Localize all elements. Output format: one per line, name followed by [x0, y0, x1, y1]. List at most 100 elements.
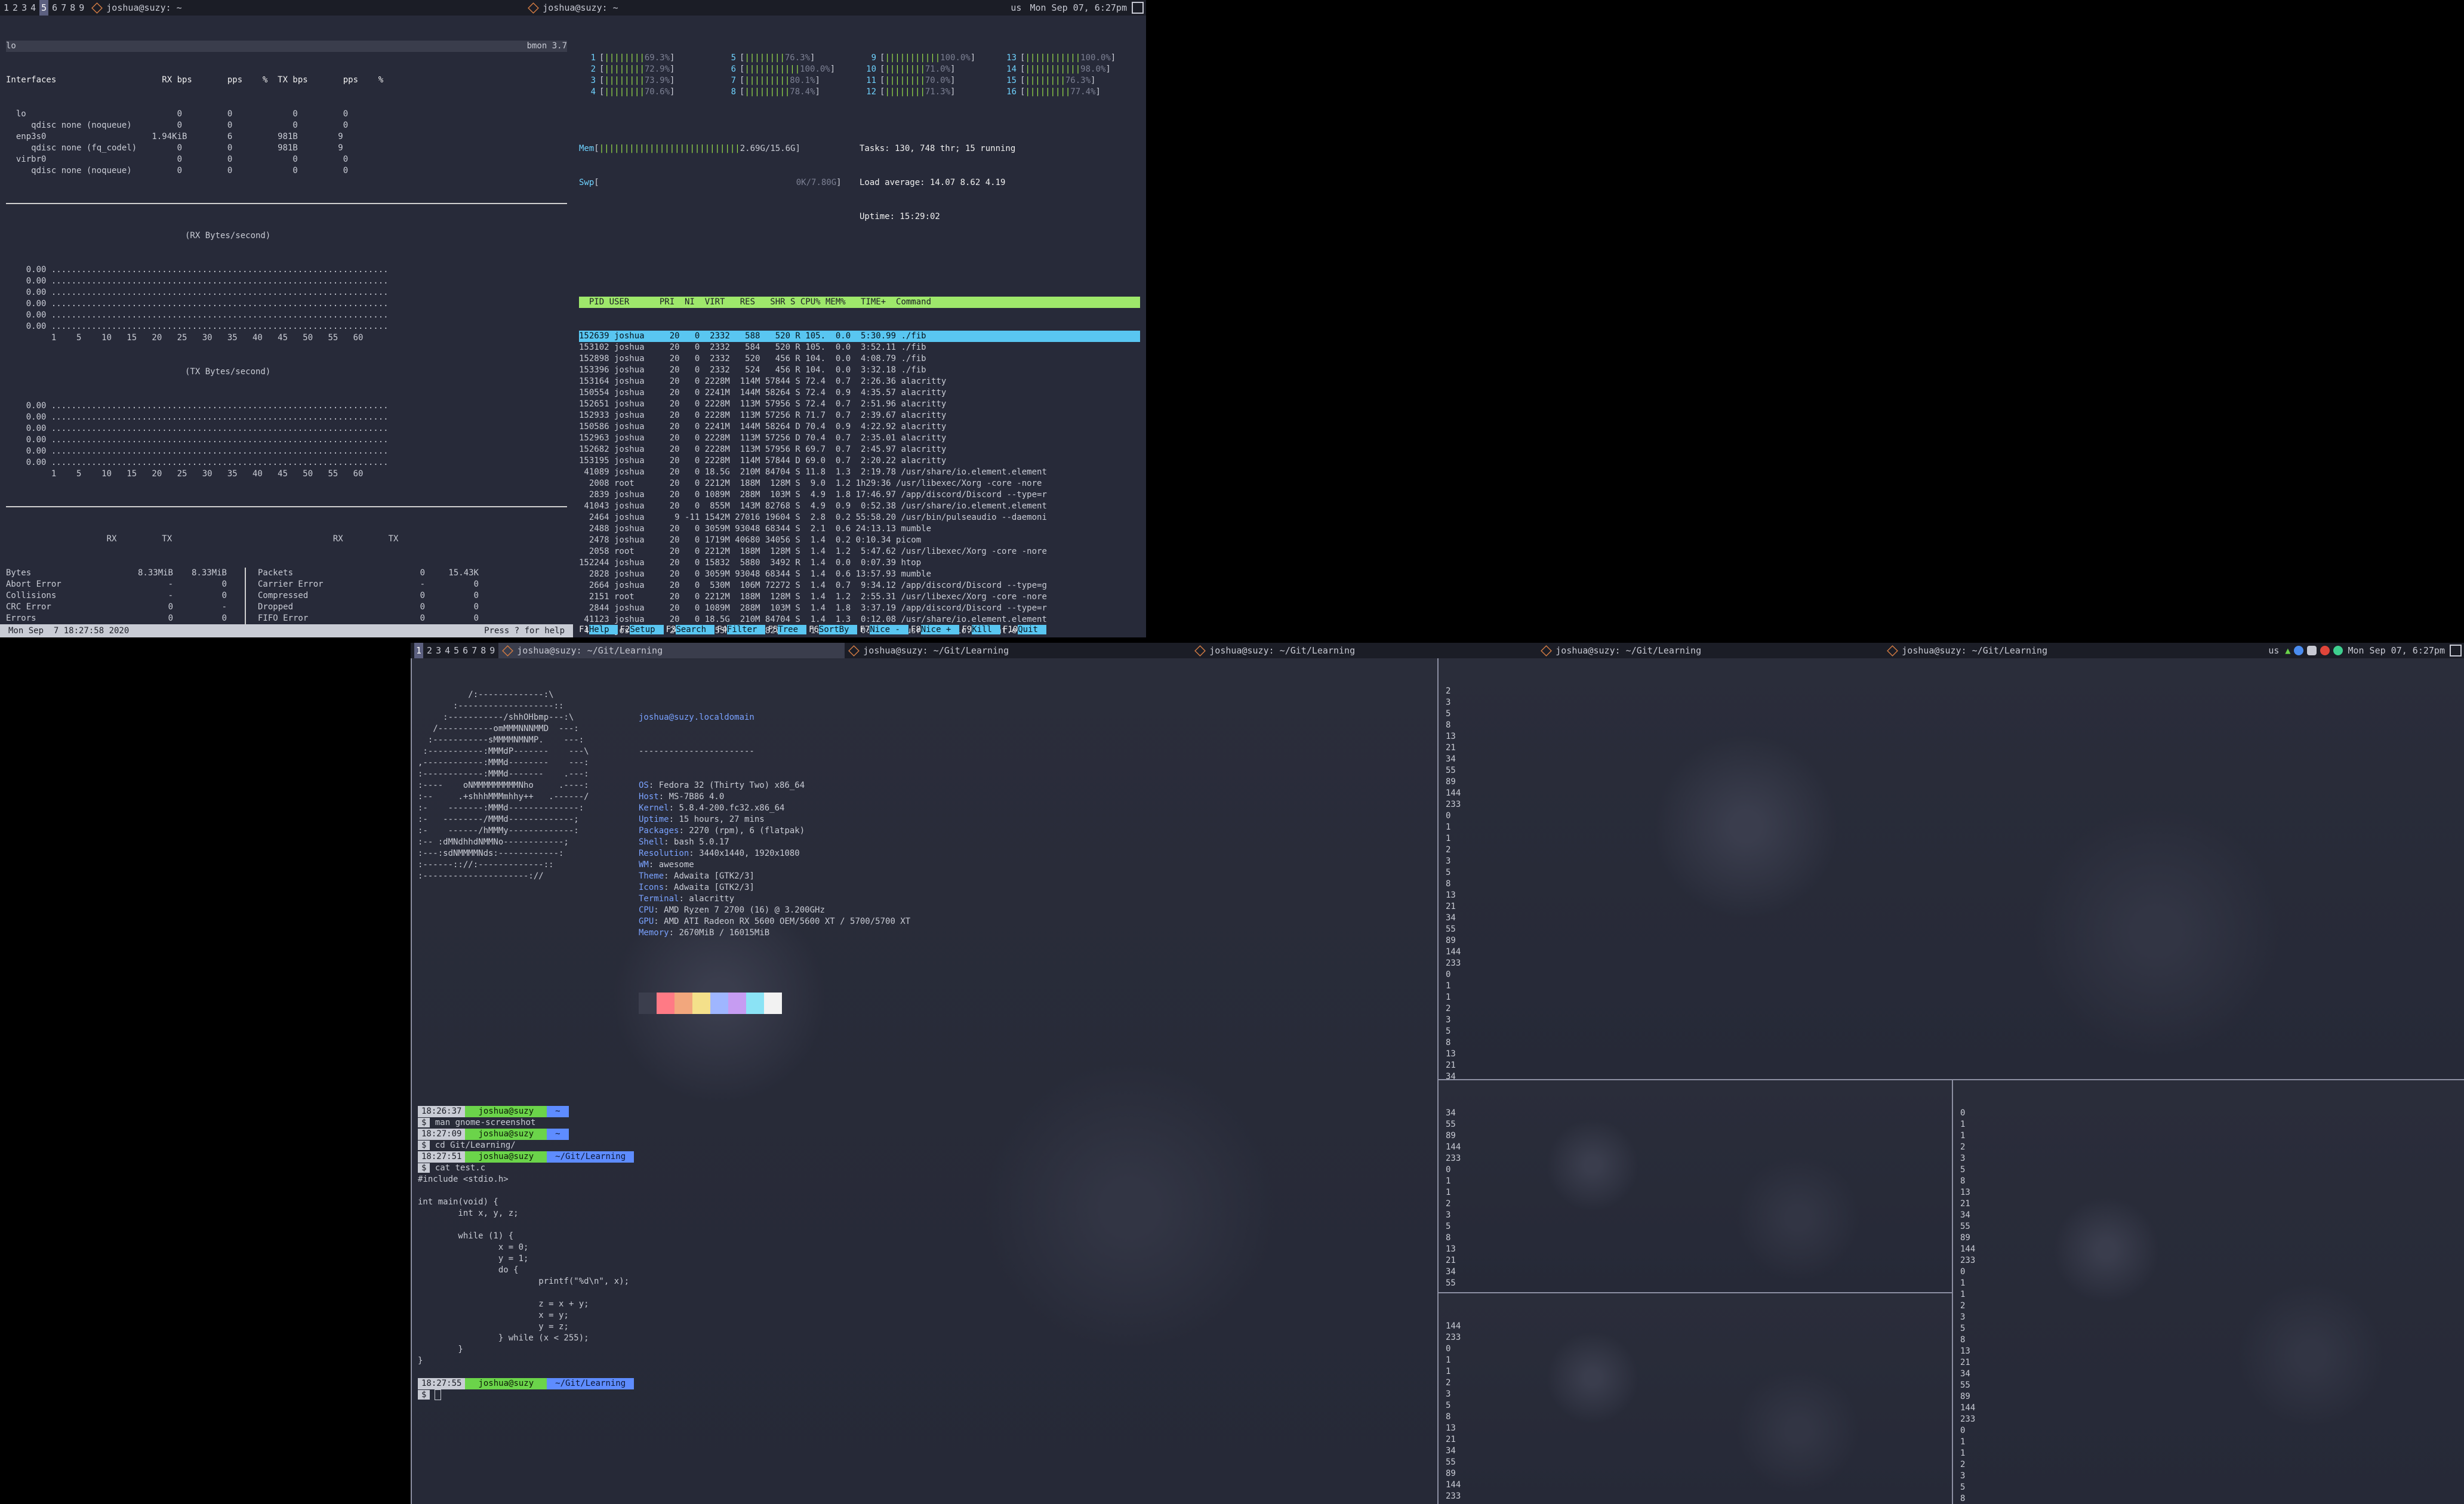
tag-3[interactable]: 3	[436, 643, 441, 658]
fib-number: 233	[1446, 1154, 1461, 1163]
tag-7[interactable]: 7	[61, 0, 66, 16]
tag-9[interactable]: 9	[79, 0, 84, 16]
fib-terminal-right[interactable]: 0 1 1 2 3 5 8 13 21 34 55 89 144 233 0 1 1 2 3 5 8 13 21 34 55 89…	[1952, 1080, 2464, 1504]
fib-number: 21	[1446, 1435, 1456, 1444]
logo-line: :-----------sMMMMNMNMP. ---:	[418, 735, 584, 745]
tag-1[interactable]: 1	[414, 643, 424, 658]
fkey-setup[interactable]: F2Setup	[620, 624, 664, 637]
task-window[interactable]: joshua@suzy: ~/Git/Learning	[498, 643, 845, 658]
fkey-key: F7	[860, 625, 870, 634]
layout-indicator-icon-2[interactable]	[2450, 645, 2462, 657]
process-row[interactable]: 2464 joshua 9 -11 1542M 27016 19604 S 2.…	[579, 512, 1140, 523]
fkey-quit[interactable]: F10Quit	[1003, 624, 1046, 637]
iface-row[interactable]: qdisc none (fq_codel) 0 0 981B 9	[6, 143, 567, 154]
tray-close-icon[interactable]	[2320, 646, 2330, 655]
bmon-iface-list[interactable]: lo 0 0 0 0 qdisc none (noqueue) 0 0 0 0 …	[6, 109, 567, 177]
iface-row[interactable]: virbr0 0 0 0 0	[6, 154, 567, 165]
task-window[interactable]: joshua@suzy: ~/Git/Learning	[1537, 643, 1883, 658]
fib-terminal-bottom[interactable]: 144 233 0 1 1 2 3 5 8 13 21 34 55 89 144 233	[1437, 1293, 1952, 1504]
fkey-nice-[interactable]: F8Nice +	[911, 624, 960, 637]
task-window[interactable]: joshua@suzy: ~/Git/Learning	[845, 643, 1191, 658]
process-row[interactable]: 2839 joshua 20 0 1089M 288M 103M S 4.9 1…	[579, 489, 1140, 501]
shell-terminal[interactable]: /:-------------:\ :-------------------::…	[411, 658, 1437, 1504]
process-row[interactable]: 2008 root 20 0 2212M 188M 128M S 9.0 1.2…	[579, 478, 1140, 489]
process-row[interactable]: 152898 joshua 20 0 2332 520 456 R 104. 0…	[579, 353, 1140, 365]
task-window-2[interactable]: joshua@suzy: ~	[543, 0, 960, 16]
fib-number: 13	[1446, 1423, 1456, 1433]
process-row[interactable]: 153195 joshua 20 0 2228M 114M 57844 D 69…	[579, 455, 1140, 467]
tag-9[interactable]: 9	[489, 643, 495, 658]
process-table[interactable]: 152639 joshua 20 0 2332 588 520 R 105. 0…	[579, 331, 1140, 637]
iface-row[interactable]: lo 0 0 0 0	[6, 109, 567, 120]
iface-row[interactable]: qdisc none (noqueue) 0 0 0 0	[6, 120, 567, 131]
tray-network-icon[interactable]: ▲	[2285, 643, 2290, 658]
process-row[interactable]: 2828 joshua 20 0 3059M 93048 68344 S 1.4…	[579, 569, 1140, 580]
tag-6[interactable]: 6	[52, 0, 57, 16]
layout-indicator-icon[interactable]	[1132, 2, 1144, 14]
process-row[interactable]: 2844 joshua 20 0 1089M 288M 103M S 1.4 1…	[579, 603, 1140, 614]
tag-1[interactable]: 1	[4, 0, 9, 16]
process-row[interactable]: 2488 joshua 20 0 3059M 93048 68344 S 2.1…	[579, 523, 1140, 535]
graph-row: 0.00 ...................................…	[6, 288, 389, 297]
process-row[interactable]: 153102 joshua 20 0 2332 584 520 R 105. 0…	[579, 342, 1140, 353]
process-row[interactable]: 150554 joshua 20 0 2241M 144M 58264 S 72…	[579, 387, 1140, 399]
process-table-header[interactable]: PID USER PRI NI VIRT RES SHR S CPU% MEM%…	[579, 297, 1140, 308]
fkey-tree[interactable]: F5Tree	[768, 624, 807, 637]
tag-3[interactable]: 3	[21, 0, 27, 16]
cpu-meter: 11 [||||||||70.0%]	[860, 75, 1000, 87]
graph-row: 0.00 ...................................…	[6, 276, 389, 286]
task-window[interactable]: joshua@suzy: ~/Git/Learning	[1883, 643, 2229, 658]
fkey-search[interactable]: F3Search	[666, 624, 715, 637]
process-row[interactable]: 2664 joshua 20 0 530M 106M 72272 S 1.4 0…	[579, 580, 1140, 591]
iface-row[interactable]: qdisc none (noqueue) 0 0 0 0	[6, 165, 567, 177]
tag-8[interactable]: 8	[481, 643, 486, 658]
neofetch-info-row: Resolution: 3440x1440, 1920x1080	[639, 849, 800, 858]
process-row[interactable]: 153164 joshua 20 0 2228M 114M 57844 S 72…	[579, 376, 1140, 387]
process-row[interactable]: 41089 joshua 20 0 18.5G 210M 84704 S 11.…	[579, 467, 1140, 478]
fkey-sortby[interactable]: F6SortBy	[809, 624, 858, 637]
fib-number: 144	[1960, 1403, 1976, 1413]
tray-discord-icon[interactable]	[2307, 646, 2317, 655]
tray-app-icon[interactable]	[2333, 646, 2343, 655]
process-row[interactable]: 2151 root 20 0 2212M 188M 128M S 1.4 1.2…	[579, 591, 1140, 603]
fib-number: 1	[1446, 993, 1451, 1002]
fkey-nice-[interactable]: F7Nice -	[860, 624, 908, 637]
process-row[interactable]: 152244 joshua 20 0 15832 5880 3492 R 1.4…	[579, 557, 1140, 569]
fib-terminal-mid[interactable]: 34 55 89 144 233 0 1 1 2 3 5 8 13 21 34 55	[1437, 1080, 1952, 1293]
fkey-help[interactable]: F1Help	[579, 624, 618, 637]
tag-7[interactable]: 7	[472, 643, 477, 658]
tag-6[interactable]: 6	[463, 643, 468, 658]
fib-number: 55	[1446, 1457, 1456, 1467]
fkey-filter[interactable]: F4Filter	[717, 624, 766, 637]
keyboard-layout-2[interactable]: us	[2268, 643, 2279, 658]
tag-2[interactable]: 2	[13, 0, 18, 16]
fib-number: 1	[1960, 1120, 1966, 1129]
keyboard-layout[interactable]: us	[1011, 0, 1021, 16]
tag-4[interactable]: 4	[30, 0, 36, 16]
command-line[interactable]: $	[418, 1389, 1431, 1401]
fkey-kill[interactable]: F9Kill	[962, 624, 1000, 637]
iface-row[interactable]: enp3s0 1.94KiB 6 981B 9	[6, 131, 567, 143]
task-window[interactable]: joshua@suzy: ~/Git/Learning	[1191, 643, 1537, 658]
bmon-terminal[interactable]: lo bmon 3.7 Interfaces RX bps pps % TX b…	[0, 16, 573, 637]
process-row[interactable]: 2058 root 20 0 2212M 188M 128M S 1.4 1.2…	[579, 546, 1140, 557]
fib-number: 1	[1960, 1278, 1966, 1288]
process-row[interactable]: 152933 joshua 20 0 2228M 113M 57256 R 71…	[579, 410, 1140, 421]
tag-5[interactable]: 5	[454, 643, 459, 658]
htop-terminal[interactable]: 1 [||||||||69.3%] 5 [||||||||76.3%] 9 [||||||…	[573, 16, 1146, 637]
process-row[interactable]: 152651 joshua 20 0 2228M 113M 57956 S 72…	[579, 399, 1140, 410]
task-window-1[interactable]: joshua@suzy: ~	[106, 0, 524, 16]
process-row[interactable]: 152963 joshua 20 0 2228M 113M 57256 D 70…	[579, 433, 1140, 444]
process-row[interactable]: 41043 joshua 20 0 855M 143M 82768 S 4.9 …	[579, 501, 1140, 512]
process-row[interactable]: 152682 joshua 20 0 2228M 113M 57956 R 69…	[579, 444, 1140, 455]
process-row[interactable]: 2478 joshua 20 0 1719M 40680 34056 S 1.4…	[579, 535, 1140, 546]
tag-5[interactable]: 5	[39, 0, 49, 16]
fib-terminal-top[interactable]: 2 3 5 8 13 21 34 55 89 144 233 0 1 1 2 3 5 8 13 21 34 55 89 144…	[1437, 658, 2464, 1080]
tag-8[interactable]: 8	[70, 0, 75, 16]
process-row[interactable]: 150586 joshua 20 0 2241M 144M 58264 D 70…	[579, 421, 1140, 433]
tag-4[interactable]: 4	[445, 643, 450, 658]
process-row[interactable]: 153396 joshua 20 0 2332 524 456 R 104. 0…	[579, 365, 1140, 376]
tag-2[interactable]: 2	[427, 643, 432, 658]
process-row[interactable]: 152639 joshua 20 0 2332 588 520 R 105. 0…	[579, 331, 1140, 342]
tray-browser-icon[interactable]	[2294, 646, 2304, 655]
